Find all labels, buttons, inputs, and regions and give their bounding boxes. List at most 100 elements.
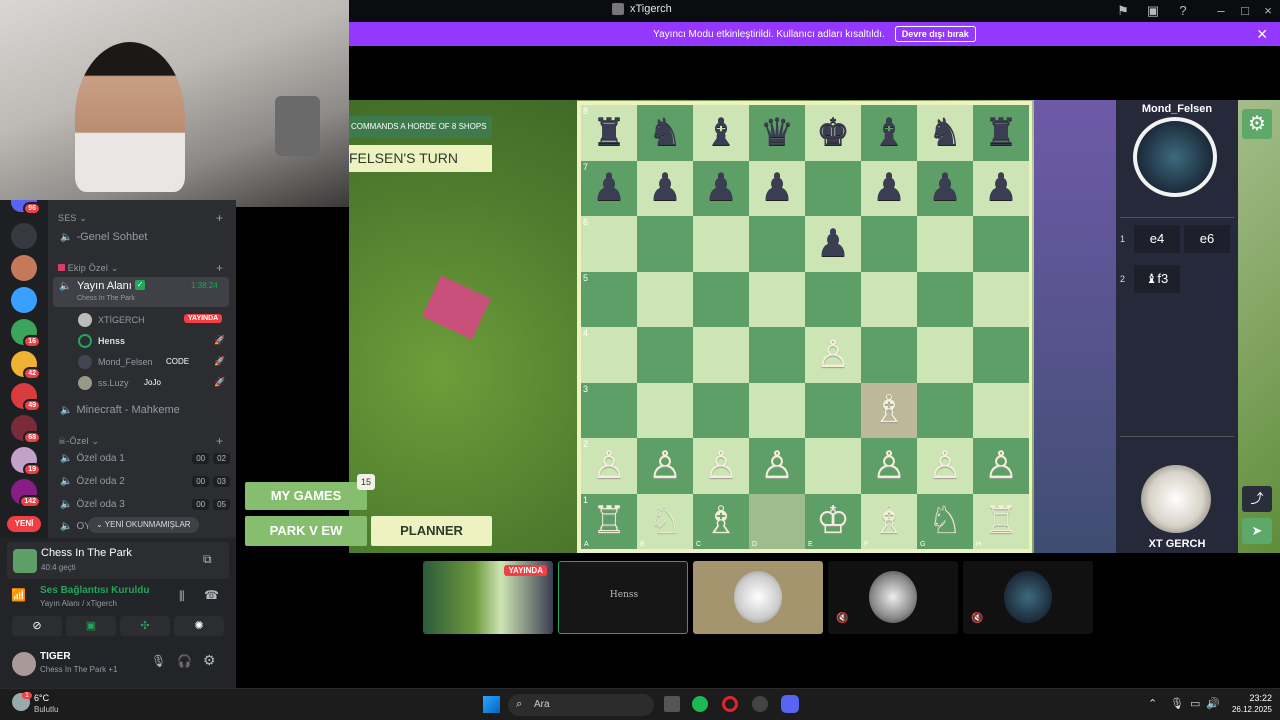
- board-square[interactable]: ♗: [861, 382, 917, 438]
- category-ses[interactable]: SES ⌄: [58, 213, 87, 224]
- soundboard-button[interactable]: ✺: [174, 616, 224, 636]
- white-piece[interactable]: ♘: [648, 502, 682, 540]
- inbox-icon[interactable]: ▣: [1145, 3, 1161, 19]
- board-square[interactable]: [749, 271, 805, 327]
- board-square[interactable]: ♖ H: [973, 493, 1029, 549]
- board-square[interactable]: [749, 382, 805, 438]
- discord-icon[interactable]: [781, 695, 799, 713]
- chess-board[interactable]: ♜ 8 ♞ ♝ ♛ ♚ ♝ ♞ ♜ ♟ 7 ♟ ♟ ♟ ♟ ♟ ♟ 6 ♟ 5 4 ♙ 3 ♗ ♙ 2 ♙ ♙ ♙ ♙ ♙ ♙ ♖ 1 A ♘ B ♗ C D…: [577, 101, 1032, 553]
- board-square[interactable]: ♜: [973, 105, 1029, 161]
- server-icon[interactable]: 68: [11, 415, 41, 444]
- participant-tile[interactable]: 🔇: [963, 561, 1093, 634]
- maximize-icon[interactable]: □: [1237, 3, 1253, 19]
- voice-channel-partial[interactable]: 🔈 OY: [60, 521, 91, 532]
- server-icon[interactable]: 42: [11, 351, 41, 380]
- planner-button[interactable]: PLANNER: [371, 516, 492, 546]
- board-square[interactable]: [973, 271, 1029, 327]
- board-square[interactable]: ♟: [693, 160, 749, 216]
- disable-streamer-mode-button[interactable]: Devre dışı bırak: [894, 26, 976, 42]
- board-square[interactable]: [805, 271, 861, 327]
- black-piece[interactable]: ♝: [704, 114, 738, 152]
- board-square[interactable]: ♘ B: [637, 493, 693, 549]
- popout-icon[interactable]: ⧉: [203, 552, 212, 567]
- add-channel-icon[interactable]: +: [216, 434, 223, 448]
- board-square[interactable]: ♟: [637, 160, 693, 216]
- board-square[interactable]: ♔ E: [805, 493, 861, 549]
- board-square[interactable]: [917, 327, 973, 383]
- white-piece[interactable]: ♙: [872, 447, 906, 485]
- board-square[interactable]: [637, 327, 693, 383]
- screen-share-button[interactable]: ▣: [66, 616, 116, 636]
- server-icon[interactable]: [11, 287, 37, 313]
- new-badge[interactable]: YENİ: [7, 516, 41, 532]
- board-square[interactable]: [805, 160, 861, 216]
- noise-suppression-icon[interactable]: ⫼: [179, 589, 185, 604]
- server-icon[interactable]: 142: [11, 479, 41, 508]
- add-channel-icon[interactable]: +: [216, 211, 223, 225]
- white-piece[interactable]: ♗: [872, 502, 906, 540]
- black-piece[interactable]: ♟: [872, 169, 906, 207]
- flag-icon[interactable]: ⚑: [1115, 3, 1131, 19]
- black-piece[interactable]: ♟: [592, 169, 626, 207]
- headphones-icon[interactable]: 🎧: [177, 654, 192, 668]
- voice-channel-ozel-3[interactable]: 🔈 Özel oda 3 00 05: [60, 499, 230, 510]
- server-icon[interactable]: 19: [11, 447, 41, 476]
- close-notice-icon[interactable]: ✕: [1256, 26, 1268, 43]
- white-move[interactable]: ♝f3: [1134, 265, 1180, 293]
- black-move[interactable]: e6: [1184, 225, 1230, 253]
- voice-user[interactable]: Henss 🚀: [78, 334, 228, 350]
- black-piece[interactable]: ♞: [928, 114, 962, 152]
- black-piece[interactable]: ♟: [928, 169, 962, 207]
- board-square[interactable]: [861, 327, 917, 383]
- board-square[interactable]: [637, 382, 693, 438]
- board-square[interactable]: ♝: [861, 105, 917, 161]
- camera-off-button[interactable]: ⊘: [12, 616, 62, 636]
- board-square[interactable]: ♚: [805, 105, 861, 161]
- category-ekip-ozel[interactable]: Ekip Özel ⌄: [58, 263, 118, 274]
- participant-tile[interactable]: 🔇: [828, 561, 958, 634]
- white-piece[interactable]: ♙: [592, 447, 626, 485]
- voice-channel-ozel-2[interactable]: 🔈 Özel oda 2 00 03: [60, 476, 230, 487]
- board-square[interactable]: [861, 216, 917, 272]
- white-piece[interactable]: ♙: [984, 447, 1018, 485]
- board-square[interactable]: ♖ 1 A: [581, 493, 637, 549]
- white-piece[interactable]: ♘: [928, 502, 962, 540]
- board-square[interactable]: [805, 438, 861, 494]
- my-games-button[interactable]: MY GAMES: [245, 482, 367, 510]
- board-square[interactable]: [805, 382, 861, 438]
- participant-tile-henss[interactable]: Henss: [558, 561, 688, 634]
- board-square[interactable]: [861, 271, 917, 327]
- board-square[interactable]: [749, 216, 805, 272]
- board-square[interactable]: ♟ 7: [581, 160, 637, 216]
- disconnect-icon[interactable]: ☎: [204, 588, 219, 602]
- black-piece[interactable]: ♟: [648, 169, 682, 207]
- server-icon[interactable]: [11, 223, 37, 249]
- move-row[interactable]: 2 ♝f3: [1120, 264, 1234, 294]
- microphone-icon[interactable]: 🎙: [151, 654, 166, 668]
- board-square[interactable]: ♘ G: [917, 493, 973, 549]
- voice-user[interactable]: XTİGERCH YAYINDA: [78, 313, 228, 329]
- black-piece[interactable]: ♚: [816, 114, 850, 152]
- mic-tray-icon[interactable]: 🎙: [1170, 697, 1184, 710]
- board-square[interactable]: [637, 216, 693, 272]
- black-piece[interactable]: ♟: [816, 225, 850, 263]
- white-piece[interactable]: ♖: [592, 502, 626, 540]
- voice-channel-ozel-1[interactable]: 🔈 Özel oda 1 00 02: [60, 453, 230, 464]
- white-piece[interactable]: ♗: [704, 502, 738, 540]
- white-piece[interactable]: ♙: [816, 336, 850, 374]
- display-tray-icon[interactable]: ▭: [1190, 697, 1200, 710]
- black-piece[interactable]: ♟: [704, 169, 738, 207]
- board-square[interactable]: [917, 216, 973, 272]
- board-square[interactable]: [749, 327, 805, 383]
- settings-icon[interactable]: ⚙: [203, 652, 216, 669]
- board-square[interactable]: [973, 216, 1029, 272]
- chevron-up-icon[interactable]: ⌃: [1148, 697, 1157, 710]
- server-icon[interactable]: 16: [11, 319, 41, 348]
- board-square[interactable]: ♙: [805, 327, 861, 383]
- settings-gear-icon[interactable]: ⚙: [1242, 109, 1272, 139]
- board-square[interactable]: ♙: [917, 438, 973, 494]
- white-piece[interactable]: ♔: [816, 502, 850, 540]
- voice-channel-minecraft[interactable]: 🔈 Minecraft - Mahkeme: [60, 404, 180, 416]
- voice-channel-genel[interactable]: 🔈 -Genel Sohbet: [60, 231, 147, 243]
- board-square[interactable]: D: [749, 493, 805, 549]
